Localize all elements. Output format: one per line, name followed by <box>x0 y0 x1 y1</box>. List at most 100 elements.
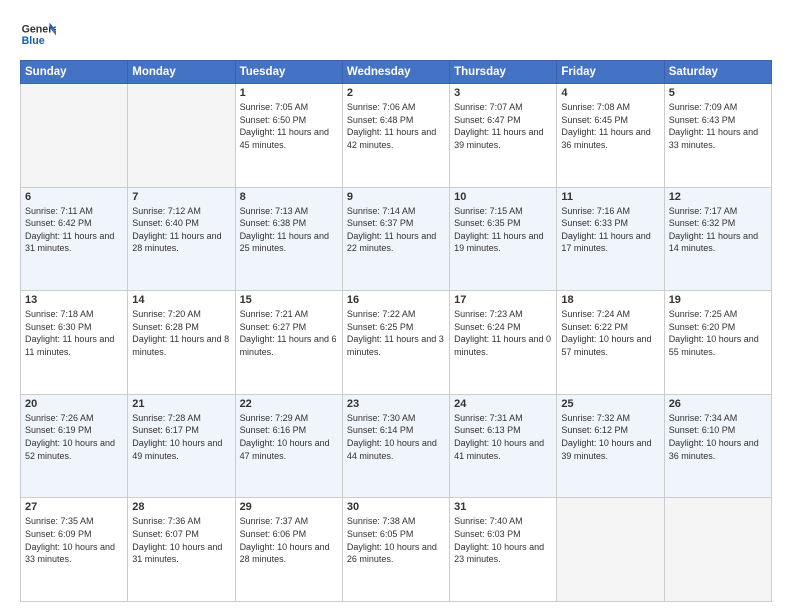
calendar-cell: 3Sunrise: 7:07 AM Sunset: 6:47 PM Daylig… <box>450 84 557 188</box>
weekday-header-saturday: Saturday <box>664 61 771 84</box>
calendar-cell: 19 Sunrise: 7:25 AM Sunset: 6:20 PM Dayli… <box>664 291 771 395</box>
day-number: 18 <box>561 294 659 306</box>
calendar-cell <box>664 498 771 602</box>
day-number: 15 <box>240 294 338 306</box>
calendar-cell <box>128 84 235 188</box>
day-number: 25 <box>561 398 659 410</box>
weekday-header-friday: Friday <box>557 61 664 84</box>
logo-icon: General Blue <box>20 16 56 52</box>
calendar-week-row: 1 Sunrise: 7:05 AM Sunset: 6:50 PM Daylig… <box>21 84 772 188</box>
day-number: 27 <box>25 501 123 513</box>
calendar-cell: 9Sunrise: 7:14 AM Sunset: 6:37 PM Daylig… <box>342 187 449 291</box>
calendar-cell: 24Sunrise: 7:31 AM Sunset: 6:13 PM Dayli… <box>450 394 557 498</box>
day-info: Sunrise: 7:37 AM Sunset: 6:06 PM Dayligh… <box>240 515 338 565</box>
calendar-cell: 30 Sunrise: 7:38 AM Sunset: 6:05 PM Dayli… <box>342 498 449 602</box>
day-number: 21 <box>132 398 230 410</box>
page: General Blue SundayMondayTuesdayWednesda… <box>0 0 792 612</box>
day-number: 5 <box>669 87 767 99</box>
day-info: Sunrise: 7:23 AM Sunset: 6:24 PM Dayligh… <box>454 308 552 358</box>
day-info: Sunrise: 7:06 AM Sunset: 6:48 PM Dayligh… <box>347 101 445 151</box>
day-number: 14 <box>132 294 230 306</box>
calendar-week-row: 20 Sunrise: 7:26 AM Sunset: 6:19 PM Dayli… <box>21 394 772 498</box>
day-number: 1 <box>240 87 338 99</box>
weekday-header-sunday: Sunday <box>21 61 128 84</box>
day-info: Sunrise: 7:15 AM Sunset: 6:35 PM Dayligh… <box>454 205 552 255</box>
calendar-cell: 21 Sunrise: 7:28 AM Sunset: 6:17 PM Dayli… <box>128 394 235 498</box>
day-number: 10 <box>454 191 552 203</box>
day-number: 29 <box>240 501 338 513</box>
header: General Blue <box>20 16 772 52</box>
day-info: Sunrise: 7:25 AM Sunset: 6:20 PM Dayligh… <box>669 308 767 358</box>
day-info: Sunrise: 7:05 AM Sunset: 6:50 PM Dayligh… <box>240 101 338 151</box>
logo: General Blue <box>20 16 56 52</box>
calendar-cell: 12Sunrise: 7:17 AM Sunset: 6:32 PM Dayli… <box>664 187 771 291</box>
day-number: 26 <box>669 398 767 410</box>
day-number: 28 <box>132 501 230 513</box>
calendar-cell: 7 Sunrise: 7:12 AM Sunset: 6:40 PM Daylig… <box>128 187 235 291</box>
weekday-header-monday: Monday <box>128 61 235 84</box>
day-number: 13 <box>25 294 123 306</box>
calendar-cell: 18 Sunrise: 7:24 AM Sunset: 6:22 PM Dayli… <box>557 291 664 395</box>
day-info: Sunrise: 7:26 AM Sunset: 6:19 PM Dayligh… <box>25 412 123 462</box>
day-info: Sunrise: 7:17 AM Sunset: 6:32 PM Dayligh… <box>669 205 767 255</box>
day-info: Sunrise: 7:38 AM Sunset: 6:05 PM Dayligh… <box>347 515 445 565</box>
day-info: Sunrise: 7:08 AM Sunset: 6:45 PM Dayligh… <box>561 101 659 151</box>
weekday-header-thursday: Thursday <box>450 61 557 84</box>
day-number: 2 <box>347 87 445 99</box>
day-info: Sunrise: 7:30 AM Sunset: 6:14 PM Dayligh… <box>347 412 445 462</box>
calendar-cell: 2 Sunrise: 7:06 AM Sunset: 6:48 PM Daylig… <box>342 84 449 188</box>
calendar-cell: 28 Sunrise: 7:36 AM Sunset: 6:07 PM Dayli… <box>128 498 235 602</box>
day-number: 16 <box>347 294 445 306</box>
day-number: 3 <box>454 87 552 99</box>
calendar-cell: 1 Sunrise: 7:05 AM Sunset: 6:50 PM Daylig… <box>235 84 342 188</box>
day-number: 30 <box>347 501 445 513</box>
day-info: Sunrise: 7:35 AM Sunset: 6:09 PM Dayligh… <box>25 515 123 565</box>
calendar-cell: 17Sunrise: 7:23 AM Sunset: 6:24 PM Dayli… <box>450 291 557 395</box>
day-info: Sunrise: 7:36 AM Sunset: 6:07 PM Dayligh… <box>132 515 230 565</box>
day-info: Sunrise: 7:11 AM Sunset: 6:42 PM Dayligh… <box>25 205 123 255</box>
day-number: 31 <box>454 501 552 513</box>
day-info: Sunrise: 7:22 AM Sunset: 6:25 PM Dayligh… <box>347 308 445 358</box>
calendar-cell <box>557 498 664 602</box>
day-info: Sunrise: 7:28 AM Sunset: 6:17 PM Dayligh… <box>132 412 230 462</box>
day-number: 8 <box>240 191 338 203</box>
calendar-cell: 27 Sunrise: 7:35 AM Sunset: 6:09 PM Dayli… <box>21 498 128 602</box>
calendar-table: SundayMondayTuesdayWednesdayThursdayFrid… <box>20 60 772 602</box>
day-number: 4 <box>561 87 659 99</box>
calendar-cell: 14Sunrise: 7:20 AM Sunset: 6:28 PM Dayli… <box>128 291 235 395</box>
calendar-cell: 8Sunrise: 7:13 AM Sunset: 6:38 PM Daylig… <box>235 187 342 291</box>
calendar-cell: 16 Sunrise: 7:22 AM Sunset: 6:25 PM Dayli… <box>342 291 449 395</box>
day-info: Sunrise: 7:29 AM Sunset: 6:16 PM Dayligh… <box>240 412 338 462</box>
calendar-cell: 20 Sunrise: 7:26 AM Sunset: 6:19 PM Dayli… <box>21 394 128 498</box>
calendar-week-row: 6 Sunrise: 7:11 AM Sunset: 6:42 PM Daylig… <box>21 187 772 291</box>
day-number: 6 <box>25 191 123 203</box>
day-info: Sunrise: 7:40 AM Sunset: 6:03 PM Dayligh… <box>454 515 552 565</box>
calendar-cell: 23Sunrise: 7:30 AM Sunset: 6:14 PM Dayli… <box>342 394 449 498</box>
calendar-cell: 6 Sunrise: 7:11 AM Sunset: 6:42 PM Daylig… <box>21 187 128 291</box>
day-info: Sunrise: 7:34 AM Sunset: 6:10 PM Dayligh… <box>669 412 767 462</box>
calendar-cell <box>21 84 128 188</box>
day-info: Sunrise: 7:16 AM Sunset: 6:33 PM Dayligh… <box>561 205 659 255</box>
day-number: 20 <box>25 398 123 410</box>
calendar-cell: 10 Sunrise: 7:15 AM Sunset: 6:35 PM Dayli… <box>450 187 557 291</box>
day-info: Sunrise: 7:31 AM Sunset: 6:13 PM Dayligh… <box>454 412 552 462</box>
calendar-cell: 26 Sunrise: 7:34 AM Sunset: 6:10 PM Dayli… <box>664 394 771 498</box>
calendar-cell: 13Sunrise: 7:18 AM Sunset: 6:30 PM Dayli… <box>21 291 128 395</box>
calendar-cell: 11 Sunrise: 7:16 AM Sunset: 6:33 PM Dayli… <box>557 187 664 291</box>
day-number: 22 <box>240 398 338 410</box>
day-number: 7 <box>132 191 230 203</box>
day-number: 19 <box>669 294 767 306</box>
svg-text:Blue: Blue <box>22 35 45 47</box>
weekday-header-row: SundayMondayTuesdayWednesdayThursdayFrid… <box>21 61 772 84</box>
weekday-header-tuesday: Tuesday <box>235 61 342 84</box>
day-info: Sunrise: 7:12 AM Sunset: 6:40 PM Dayligh… <box>132 205 230 255</box>
day-info: Sunrise: 7:32 AM Sunset: 6:12 PM Dayligh… <box>561 412 659 462</box>
day-number: 9 <box>347 191 445 203</box>
day-number: 11 <box>561 191 659 203</box>
calendar-week-row: 27 Sunrise: 7:35 AM Sunset: 6:09 PM Dayli… <box>21 498 772 602</box>
day-info: Sunrise: 7:21 AM Sunset: 6:27 PM Dayligh… <box>240 308 338 358</box>
day-info: Sunrise: 7:24 AM Sunset: 6:22 PM Dayligh… <box>561 308 659 358</box>
calendar-week-row: 13Sunrise: 7:18 AM Sunset: 6:30 PM Dayli… <box>21 291 772 395</box>
calendar-cell: 29 Sunrise: 7:37 AM Sunset: 6:06 PM Dayli… <box>235 498 342 602</box>
calendar-cell: 31 Sunrise: 7:40 AM Sunset: 6:03 PM Dayli… <box>450 498 557 602</box>
